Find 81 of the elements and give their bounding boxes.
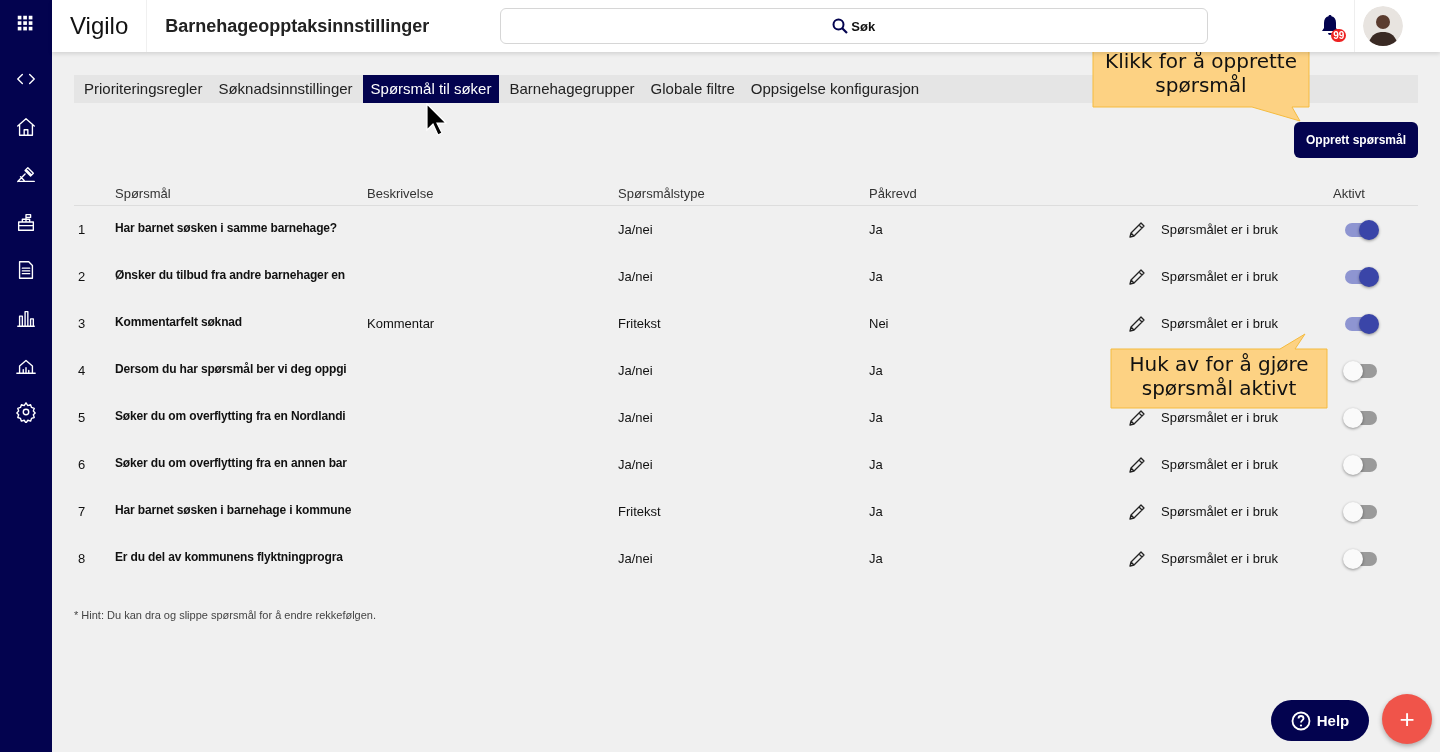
tab[interactable]: Globale filtre <box>642 75 743 103</box>
type-text: Ja/nei <box>618 457 654 472</box>
pencil-icon[interactable] <box>1128 455 1146 474</box>
school-icon[interactable] <box>15 211 37 233</box>
required-text: Ja <box>869 504 884 519</box>
help-icon <box>1290 710 1311 731</box>
hint-text: * Hint: Du kan dra og slippe spørsmål for å endre rekkefølgen. <box>74 609 378 621</box>
required-text: Ja <box>869 269 884 284</box>
type-text: Ja/nei <box>618 410 654 425</box>
pencil-icon[interactable] <box>1128 408 1146 427</box>
settings-icon[interactable] <box>15 401 37 423</box>
cursor-icon <box>426 103 448 137</box>
toggle-switch[interactable] <box>1343 501 1379 522</box>
question-text: Har barnet søsken i barnehage i kommune <box>115 503 352 517</box>
question-text: Har barnet søsken i samme barnehage? <box>115 221 338 235</box>
pencil-icon[interactable] <box>1128 220 1146 239</box>
avatar[interactable] <box>1363 6 1404 46</box>
type-text: Ja/nei <box>618 222 654 237</box>
column-header: Påkrevd <box>869 185 918 201</box>
home-icon[interactable] <box>15 116 37 138</box>
required-text: Ja <box>869 551 884 566</box>
type-text: Ja/nei <box>618 269 654 284</box>
toggle-switch[interactable] <box>1343 266 1379 287</box>
search-field[interactable]: Søk <box>500 8 1209 44</box>
search-icon <box>832 18 849 34</box>
tab[interactable]: Spørsmål til søker <box>362 75 500 103</box>
row-number: 4 <box>77 363 87 378</box>
status-text: Spørsmålet er i bruk <box>1161 457 1279 472</box>
required-text: Ja <box>869 457 884 472</box>
tooltip-callout: Huk av for å gjøre spørsmål aktivt <box>1110 333 1328 409</box>
required-text: Ja <box>869 222 884 237</box>
row-number: 2 <box>77 269 87 284</box>
pencil-icon[interactable] <box>1128 502 1146 521</box>
status-text: Spørsmålet er i bruk <box>1161 222 1279 237</box>
column-header: Aktivt <box>1333 185 1366 201</box>
row-number: 1 <box>77 222 87 237</box>
column-header: Spørsmålstype <box>618 185 706 201</box>
tab[interactable]: Barnehagegrupper <box>501 75 643 103</box>
status-text: Spørsmålet er i bruk <box>1161 410 1279 425</box>
status-text: Spørsmålet er i bruk <box>1161 269 1279 284</box>
pencil-icon[interactable] <box>1128 549 1146 568</box>
app-logo: Vigilo <box>52 0 148 52</box>
question-text: Søker du om overflytting fra en annen bar <box>115 456 347 470</box>
type-text: Ja/nei <box>618 551 654 566</box>
question-text: Ønsker du tilbud fra andre barnehager en <box>115 268 346 282</box>
type-text: Fritekst <box>618 316 662 331</box>
status-text: Spørsmålet er i bruk <box>1161 504 1279 519</box>
row-number: 8 <box>77 551 87 566</box>
toggle-switch[interactable] <box>1343 407 1379 428</box>
tab[interactable]: Prioriteringsregler <box>76 75 211 103</box>
type-text: Ja/nei <box>618 363 654 378</box>
question-text: Søker du om overflytting fra en Nordlandi <box>115 409 346 423</box>
status-text: Spørsmålet er i bruk <box>1161 551 1279 566</box>
row-number: 3 <box>77 316 87 331</box>
toggle-switch[interactable] <box>1343 548 1379 569</box>
required-text: Ja <box>869 363 884 378</box>
page-title: Barnehageopptaksinnstillinger <box>165 15 431 37</box>
tab[interactable]: Søknadsinnstillinger <box>210 75 361 103</box>
row-number: 5 <box>77 410 87 425</box>
status-text: Spørsmålet er i bruk <box>1161 316 1279 331</box>
pencil-icon[interactable] <box>1128 267 1146 286</box>
row-number: 7 <box>77 504 87 519</box>
question-text: Dersom du har spørsmål ber vi deg oppgi <box>115 362 347 376</box>
help-button[interactable]: Help <box>1271 700 1369 741</box>
tab[interactable]: Oppsigelse konfigurasjon <box>742 75 928 103</box>
toggle-switch[interactable] <box>1343 454 1379 475</box>
toggle-switch[interactable] <box>1343 313 1379 334</box>
notification-badge: 99 <box>1331 29 1347 42</box>
type-text: Fritekst <box>618 504 662 519</box>
create-question-button[interactable]: Opprett spørsmål <box>1293 122 1418 158</box>
row-number: 6 <box>77 457 87 472</box>
required-text: Nei <box>869 316 890 331</box>
column-header: Spørsmål <box>115 185 172 201</box>
column-header: Beskrivelse <box>367 185 435 201</box>
pencil-icon[interactable] <box>1128 314 1146 333</box>
question-text: Kommentarfelt søknad <box>115 315 243 329</box>
toggle-switch[interactable] <box>1343 360 1379 381</box>
question-text: Er du del av kommunens flyktningprogra <box>115 550 343 564</box>
description-text: Kommentar <box>367 316 435 331</box>
required-text: Ja <box>869 410 884 425</box>
toggle-switch[interactable] <box>1343 219 1379 240</box>
